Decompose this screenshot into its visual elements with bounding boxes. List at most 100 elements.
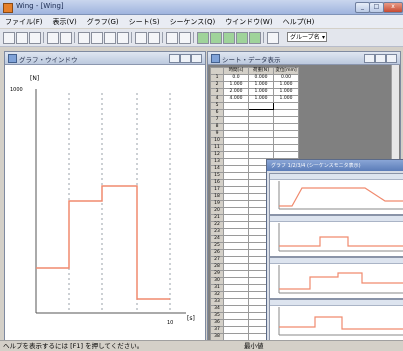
- menu-file[interactable]: ファイル(F): [0, 17, 48, 27]
- grid-cell[interactable]: 1.000: [248, 81, 274, 89]
- preview-icon[interactable]: [60, 32, 72, 44]
- grid-cell[interactable]: 1.000: [273, 81, 299, 89]
- grid-cell[interactable]: [223, 263, 249, 271]
- open-folder-icon[interactable]: [16, 32, 28, 44]
- menu-sequence[interactable]: シーケンス(Q): [165, 17, 221, 27]
- grid-cell[interactable]: [273, 144, 299, 152]
- close-button[interactable]: x: [383, 2, 403, 13]
- grid-cell[interactable]: 1.000: [248, 95, 274, 103]
- zoom-out-icon[interactable]: [148, 32, 160, 44]
- menu-help[interactable]: ヘルプ(H): [278, 17, 320, 27]
- grid-cell[interactable]: [248, 123, 274, 131]
- sheet-minimize-button[interactable]: [364, 54, 375, 63]
- sheet-maximize-button[interactable]: [375, 54, 386, 63]
- grid-cell[interactable]: [223, 116, 249, 124]
- grid-cell[interactable]: [223, 235, 249, 243]
- grid-cell[interactable]: 0.00: [273, 74, 299, 82]
- grid-cell[interactable]: 0.0: [223, 74, 249, 82]
- grid-cell[interactable]: [223, 256, 249, 264]
- menu-sheet[interactable]: シート(S): [124, 17, 165, 27]
- group-select[interactable]: グループ名 ▾: [287, 32, 327, 42]
- maximize-button[interactable]: □: [369, 2, 384, 13]
- mini-graph-panel[interactable]: [269, 299, 403, 340]
- grid-cell[interactable]: [223, 298, 249, 306]
- column-header[interactable]: 時間[s]: [223, 67, 249, 75]
- sheet-close-button[interactable]: [386, 54, 397, 63]
- grid-cell[interactable]: [223, 277, 249, 285]
- grid-cell[interactable]: [223, 284, 249, 292]
- grid-cell[interactable]: [248, 144, 274, 152]
- grid-cell[interactable]: [223, 109, 249, 117]
- zoom-in-icon[interactable]: [135, 32, 147, 44]
- graph-close-button[interactable]: [191, 54, 202, 63]
- grid-cell[interactable]: [223, 130, 249, 138]
- grid-cell[interactable]: 1.000: [273, 88, 299, 96]
- grid-cell[interactable]: [248, 109, 274, 117]
- grid-cell[interactable]: [223, 158, 249, 166]
- help-icon[interactable]: [267, 32, 279, 44]
- grid-cell[interactable]: 4.000: [223, 95, 249, 103]
- grid-cell[interactable]: [223, 326, 249, 334]
- grid-cell[interactable]: [223, 193, 249, 201]
- grid-cell[interactable]: [248, 151, 274, 159]
- column-header[interactable]: 変位[mm]: [273, 67, 299, 75]
- grid-cell[interactable]: [223, 270, 249, 278]
- title-bar[interactable]: Wing - [Wing] _ □ x: [0, 0, 403, 15]
- graph-view-2-icon[interactable]: [210, 32, 222, 44]
- grid-cell[interactable]: [273, 137, 299, 145]
- copy-icon[interactable]: [91, 32, 103, 44]
- grid-cell[interactable]: [248, 130, 274, 138]
- cut-icon[interactable]: [78, 32, 90, 44]
- grid-cell[interactable]: [273, 109, 299, 117]
- grid-cell[interactable]: 1.000: [223, 81, 249, 89]
- grid-cell[interactable]: [223, 186, 249, 194]
- grid-cell[interactable]: [223, 165, 249, 173]
- grid-cell[interactable]: [273, 116, 299, 124]
- grid-cell[interactable]: [223, 137, 249, 145]
- undo-icon[interactable]: [117, 32, 129, 44]
- grid-cell[interactable]: [223, 123, 249, 131]
- grid-cell[interactable]: [223, 172, 249, 180]
- graph-maximize-button[interactable]: [180, 54, 191, 63]
- grid-cell[interactable]: [273, 102, 299, 110]
- grid-cell[interactable]: [248, 116, 274, 124]
- save-icon[interactable]: [29, 32, 41, 44]
- grid-cell[interactable]: [223, 144, 249, 152]
- graph-window-titlebar[interactable]: グラフ・ウインドウ: [5, 52, 205, 65]
- grid-cell[interactable]: 1.000: [273, 95, 299, 103]
- grid-cell[interactable]: [223, 207, 249, 215]
- grid-cell[interactable]: [223, 102, 249, 110]
- column-header[interactable]: 荷重[N]: [248, 67, 274, 75]
- grid-cell[interactable]: [223, 200, 249, 208]
- grid-cell[interactable]: [273, 151, 299, 159]
- filter-icon[interactable]: [179, 32, 191, 44]
- graph-view-3-icon[interactable]: [223, 32, 235, 44]
- grid-cell[interactable]: [223, 151, 249, 159]
- graph-view-4-icon[interactable]: [236, 32, 248, 44]
- grid-cell[interactable]: [223, 291, 249, 299]
- new-file-icon[interactable]: [3, 32, 15, 44]
- paste-icon[interactable]: [104, 32, 116, 44]
- graph-view-1-icon[interactable]: [197, 32, 209, 44]
- grid-cell[interactable]: [248, 137, 274, 145]
- mini-graph-panel[interactable]: [269, 257, 403, 299]
- print-icon[interactable]: [47, 32, 59, 44]
- grid-cell[interactable]: [273, 130, 299, 138]
- grid-cell[interactable]: [223, 214, 249, 222]
- graph-view-5-icon[interactable]: [249, 32, 261, 44]
- grid-cell[interactable]: [223, 249, 249, 257]
- graph-settings-icon[interactable]: [166, 32, 178, 44]
- menu-graph[interactable]: グラフ(G): [82, 17, 124, 27]
- grid-cell[interactable]: [223, 228, 249, 236]
- mini-graph-panel[interactable]: [269, 215, 403, 257]
- grid-cell[interactable]: [223, 242, 249, 250]
- grid-cell[interactable]: [273, 123, 299, 131]
- graph-minimize-button[interactable]: [169, 54, 180, 63]
- sheet-window-titlebar[interactable]: シート・データ表示: [208, 52, 400, 65]
- grid-cell[interactable]: 0.000: [248, 74, 274, 82]
- grid-cell[interactable]: 1.000: [248, 88, 274, 96]
- grid-cell[interactable]: [248, 102, 274, 110]
- sequence-monitor-titlebar[interactable]: グラフ 1/2/3/4 (シーケンスモニタ表示): [267, 160, 403, 171]
- grid-cell[interactable]: [223, 312, 249, 320]
- menu-view[interactable]: 表示(V): [48, 17, 82, 27]
